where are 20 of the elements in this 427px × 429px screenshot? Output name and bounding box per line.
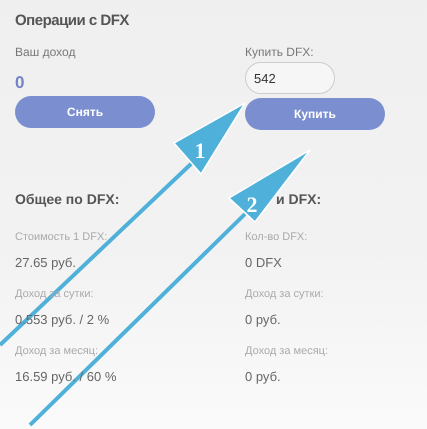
- stat-value: 0 руб.: [245, 369, 281, 384]
- buy-button[interactable]: Купить: [245, 98, 385, 130]
- arrow-number: 1: [194, 138, 206, 163]
- stat-label: Доход за месяц:: [15, 345, 98, 357]
- section-title: Операции с DFX: [15, 11, 130, 31]
- stat-label: Стоимость 1 DFX:: [15, 231, 108, 243]
- amount-field[interactable]: 542: [245, 62, 335, 94]
- income-label: Ваш доход: [15, 45, 76, 59]
- stat-label: Доход за сутки:: [245, 288, 324, 300]
- stat-label: Кол-во DFX:: [245, 231, 308, 243]
- arrow-number: 2: [246, 192, 258, 217]
- stat-value: 27.65 руб.: [15, 255, 76, 270]
- section-heading: и DFX:: [276, 191, 322, 207]
- stat-label: Доход за месяц:: [245, 345, 328, 357]
- income-value: 0: [15, 73, 24, 92]
- stat-value: 0 DFX: [245, 255, 282, 270]
- withdraw-button[interactable]: Снять: [15, 96, 155, 128]
- buy-label: Купить DFX:: [245, 45, 314, 59]
- section-heading: Общее по DFX:: [15, 191, 120, 207]
- stat-value: 0 руб.: [245, 312, 281, 327]
